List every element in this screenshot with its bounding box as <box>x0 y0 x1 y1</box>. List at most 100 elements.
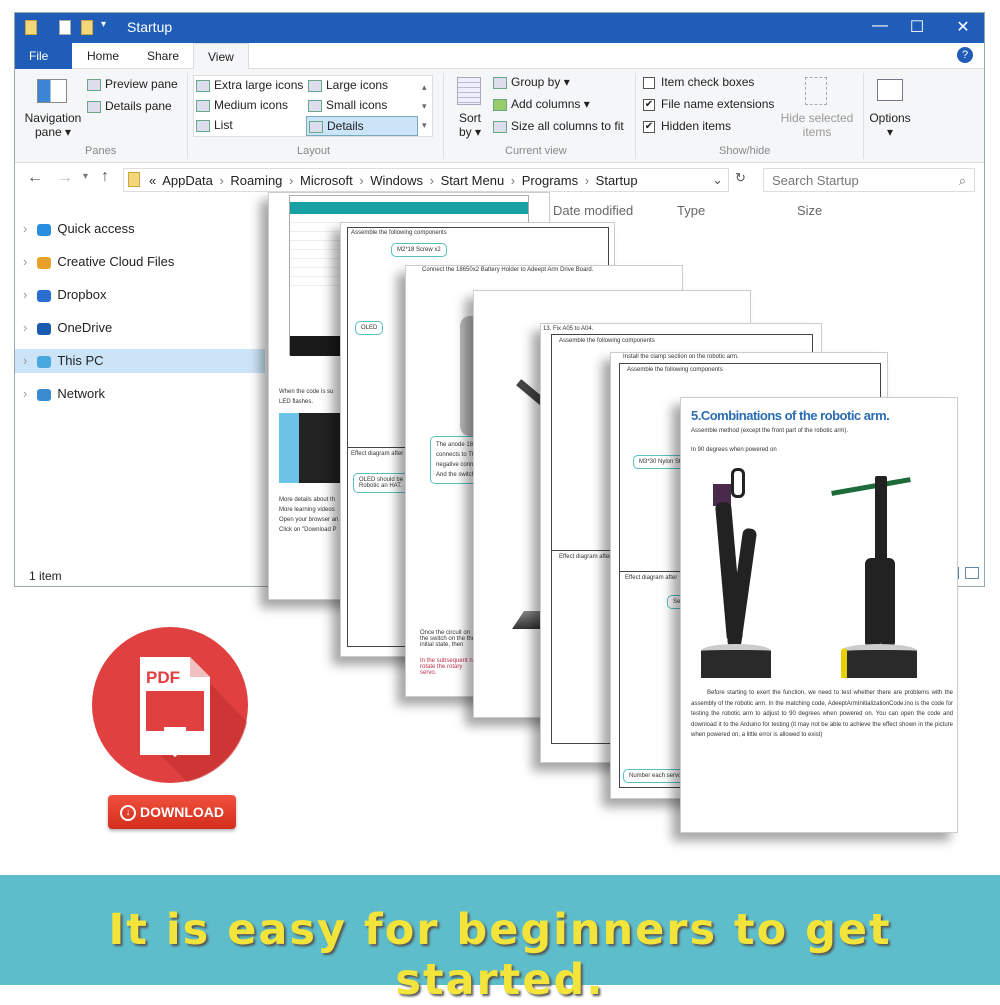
details-pane-label: Details pane <box>105 99 172 113</box>
ribbon-tabs: File Home Share View ? <box>15 43 984 69</box>
page-caption: In 90 degrees when powered on <box>691 447 777 453</box>
back-button[interactable]: ← <box>27 169 43 187</box>
sort-by-button[interactable]: Sort by ▾ <box>455 111 485 139</box>
page-text: Assemble the following components <box>627 367 723 373</box>
chevron-right-icon[interactable]: › <box>23 254 27 269</box>
page-text: Assemble the following components <box>559 338 655 344</box>
item-check-boxes-checkbox[interactable]: Item check boxes <box>643 75 754 89</box>
up-button[interactable]: ↑ <box>101 168 109 186</box>
layout-details[interactable]: Details <box>306 116 418 136</box>
tab-file[interactable]: File <box>15 43 72 69</box>
page-title: 5.Combinations of the robotic arm. <box>691 408 890 423</box>
size-columns-button[interactable]: Size all columns to fit <box>493 119 624 133</box>
breadcrumb: « AppData › Roaming › Microsoft › Windows… <box>146 173 641 188</box>
navigation-pane: › Quick access › Creative Cloud Files › Dropb… <box>15 205 275 405</box>
pdf-file-icon: PDF <box>92 627 248 783</box>
large-icons-view-toggle[interactable] <box>965 567 979 579</box>
tab-home[interactable]: Home <box>73 43 133 69</box>
sidebar-item-creative-cloud-files[interactable]: › Creative Cloud Files <box>23 250 273 274</box>
column-header-type[interactable]: Type <box>677 203 705 218</box>
page-heading: Assemble the following components <box>351 230 447 236</box>
breadcrumb-item[interactable]: Windows <box>370 173 423 188</box>
banner-text: It is easy for beginners to get started. <box>108 905 892 1005</box>
refresh-button[interactable]: ↻ <box>735 170 746 186</box>
hidden-items-checkbox[interactable]: ✔ Hidden items <box>643 119 731 133</box>
breadcrumb-separator: › <box>581 173 593 188</box>
search-input[interactable]: Search Startup ⌕ <box>763 168 975 192</box>
extra-large-icons-icon <box>196 79 210 92</box>
chevron-right-icon[interactable]: › <box>23 320 27 335</box>
layout-medium-icons[interactable]: Medium icons <box>196 98 288 112</box>
properties-icon[interactable] <box>59 20 71 35</box>
new-folder-icon[interactable] <box>81 20 93 35</box>
navigation-pane-button[interactable]: Navigation pane ▾ <box>23 111 83 139</box>
sort-icon <box>457 77 481 105</box>
chevron-right-icon[interactable]: › <box>23 386 27 401</box>
size-columns-icon <box>493 120 507 133</box>
dropbox-icon <box>37 289 52 302</box>
group-by-button[interactable]: Group by ▾ <box>493 75 570 89</box>
creative-cloud-icon <box>37 256 52 269</box>
chevron-right-icon[interactable]: › <box>23 221 27 236</box>
preview-pane-button[interactable]: Preview pane <box>87 77 178 91</box>
status-item-count: 1 item <box>29 569 62 583</box>
file-name-extensions-checkbox[interactable]: ✔ File name extensions <box>643 97 774 111</box>
details-pane-icon <box>87 100 101 113</box>
sidebar-item-dropbox[interactable]: › Dropbox <box>23 283 273 307</box>
breadcrumb-item[interactable]: Microsoft <box>300 173 353 188</box>
breadcrumb-separator: › <box>507 173 519 188</box>
large-icons-icon <box>308 79 322 92</box>
address-bar[interactable]: « AppData › Roaming › Microsoft › Windows… <box>123 168 729 192</box>
sidebar-item-this-pc[interactable]: › This PC <box>15 349 265 373</box>
options-button[interactable]: Options ▾ <box>865 111 915 139</box>
maximize-button[interactable]: ☐ <box>897 17 937 37</box>
pdf-label: PDF <box>146 668 180 687</box>
gallery-scroll[interactable]: ▴ ▾ ▾ <box>422 78 427 135</box>
page-text: Effect diagram after <box>351 451 404 457</box>
breadcrumb-item[interactable]: Startup <box>596 173 638 188</box>
page-text: More details about th <box>279 497 336 503</box>
checkbox-label: Item check boxes <box>661 75 755 89</box>
close-button[interactable]: ✕ <box>943 17 983 37</box>
add-columns-button[interactable]: Add columns ▾ <box>493 97 590 111</box>
breadcrumb-item[interactable]: AppData <box>162 173 213 188</box>
download-label: DOWNLOAD <box>140 804 224 820</box>
breadcrumb-item[interactable]: Programs <box>522 173 578 188</box>
title-bar: ▾ Startup — ☐ ✕ <box>15 13 984 43</box>
layout-label: Medium icons <box>214 98 289 112</box>
layout-extra-large-icons[interactable]: Extra large icons <box>196 78 303 92</box>
breadcrumb-item[interactable]: Start Menu <box>441 173 505 188</box>
customize-quick-access-icon[interactable]: ▾ <box>101 19 106 30</box>
minimize-button[interactable]: — <box>860 17 900 35</box>
column-header-date-modified[interactable]: Date modified <box>553 203 633 218</box>
sidebar-item-network[interactable]: › Network <box>23 382 273 406</box>
divider <box>443 73 444 159</box>
forward-button[interactable]: → <box>57 169 73 187</box>
chevron-right-icon[interactable]: › <box>23 287 27 302</box>
breadcrumb-item[interactable]: Roaming <box>230 173 282 188</box>
layout-small-icons[interactable]: Small icons <box>308 98 387 112</box>
warning-text: In the subsequent not rotate the rotary … <box>420 658 478 676</box>
breadcrumb-item[interactable]: « <box>149 173 156 188</box>
sidebar-item-quick-access[interactable]: › Quick access <box>23 217 273 241</box>
sidebar-item-onedrive[interactable]: › OneDrive <box>23 316 273 340</box>
breadcrumb-separator: › <box>285 173 297 188</box>
address-dropdown-icon[interactable]: ⌄ <box>712 172 723 188</box>
ribbon: Navigation pane ▾ Preview pane Details p… <box>15 69 984 163</box>
download-button[interactable]: ↓ DOWNLOAD <box>108 795 236 829</box>
tab-share[interactable]: Share <box>133 43 193 69</box>
tab-view[interactable]: View <box>193 43 249 69</box>
layout-large-icons[interactable]: Large icons <box>308 78 388 92</box>
layout-gallery: Extra large icons Large icons Medium ico… <box>193 75 433 137</box>
chevron-right-icon[interactable]: › <box>23 353 27 368</box>
help-icon[interactable]: ? <box>957 47 973 63</box>
column-header-size[interactable]: Size <box>797 203 822 218</box>
details-pane-button[interactable]: Details pane <box>87 99 172 113</box>
breadcrumb-separator: › <box>215 173 228 188</box>
callout: OLED <box>355 321 384 335</box>
drive-board-photo <box>279 413 349 483</box>
recent-locations-button[interactable]: ▾ <box>83 171 88 182</box>
layout-list[interactable]: List <box>196 118 233 132</box>
hide-selected-items-button[interactable]: Hide selected items <box>777 111 857 139</box>
layout-label: Small icons <box>326 98 388 112</box>
